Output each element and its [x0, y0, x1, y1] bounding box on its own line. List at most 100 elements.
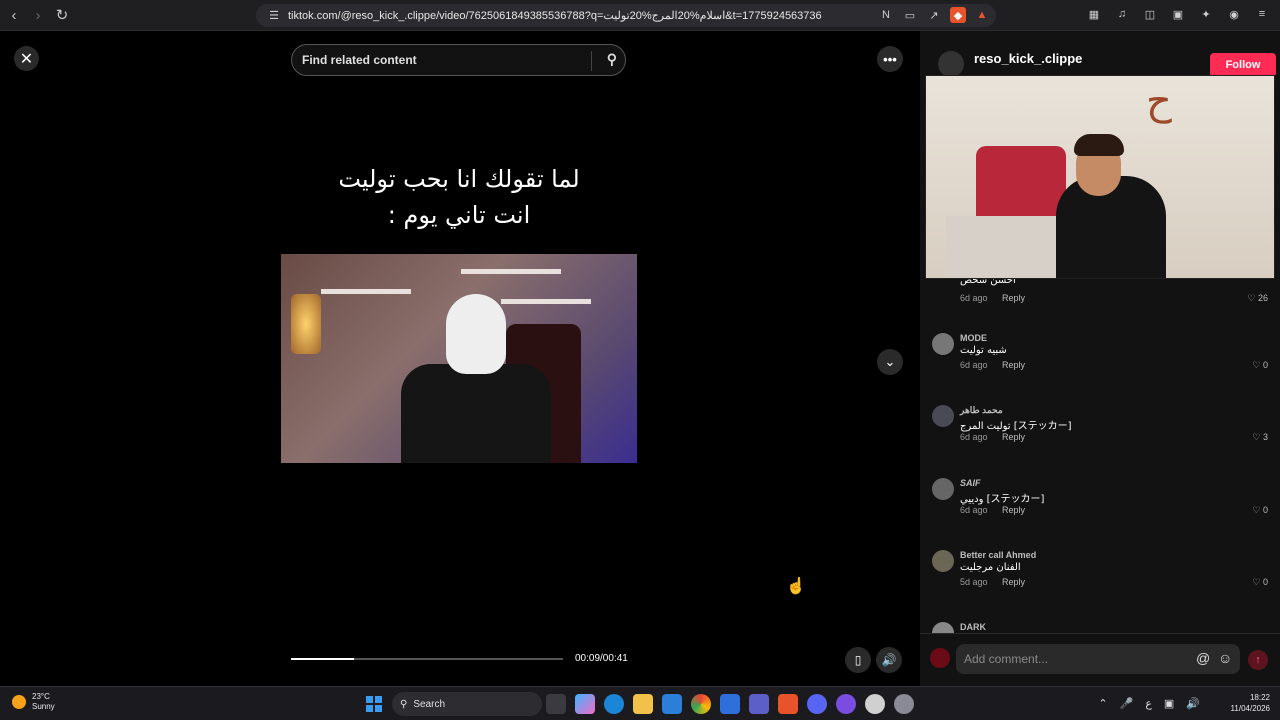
brave-shield-icon[interactable]: ◆: [950, 7, 966, 23]
vpn-icon[interactable]: ◉: [1226, 6, 1242, 22]
copilot-icon[interactable]: [575, 694, 595, 714]
comment-placeholder: Add comment...: [964, 652, 1049, 666]
search-placeholder: Find related content: [302, 53, 417, 67]
back-icon[interactable]: ‹: [4, 5, 24, 25]
chrome-icon[interactable]: [691, 694, 711, 714]
related-search-input[interactable]: Find related content ⚲: [291, 44, 626, 76]
menu-icon[interactable]: ≡: [1254, 6, 1270, 22]
leo-ai-icon[interactable]: ✦: [1198, 6, 1214, 22]
time-display: 00:09/00:41: [575, 653, 628, 664]
reply-button[interactable]: Reply: [1002, 293, 1025, 303]
video-player[interactable]: Find related content ⚲ لما تقولك انا بحب…: [281, 31, 637, 686]
settings-icon[interactable]: [894, 694, 914, 714]
store-icon[interactable]: [662, 694, 682, 714]
commenter-name[interactable]: SAIF: [960, 478, 981, 488]
forward-icon[interactable]: ›: [28, 5, 48, 25]
search-icon: ⚲: [400, 698, 408, 710]
reply-button[interactable]: Reply: [1002, 432, 1025, 442]
wallet-icon[interactable]: ▣: [1170, 6, 1186, 22]
comment-age: 6d ago: [960, 360, 988, 370]
progress-bar[interactable]: [291, 658, 563, 660]
comment-meta: 5d ago Reply: [960, 577, 1025, 587]
comment-input[interactable]: Add comment... @ ☺: [956, 644, 1240, 674]
shelf-shape: [461, 269, 561, 274]
sun-icon: [12, 695, 26, 709]
sidebar-panel-icon[interactable]: ▦: [1086, 6, 1102, 22]
author-avatar[interactable]: [938, 51, 964, 77]
shelf-shape: [321, 289, 411, 294]
commenter-avatar[interactable]: [932, 405, 954, 427]
url-text: tiktok.com/@reso_kick_.clippe/video/7625…: [288, 10, 822, 22]
comment-composer: Add comment... @ ☺ ↑: [920, 633, 1280, 686]
share-icon[interactable]: ↗: [926, 7, 942, 23]
site-settings-icon[interactable]: ☰: [266, 8, 282, 24]
language-icon[interactable]: ع: [1145, 697, 1152, 710]
reader-off-icon[interactable]: N: [878, 7, 894, 23]
search-icon[interactable]: ⚲: [607, 51, 617, 68]
like-number: 0: [1262, 360, 1268, 370]
hand-cursor-icon: ☝: [786, 578, 806, 595]
file-explorer-icon[interactable]: [633, 694, 653, 714]
taskbar-search[interactable]: ⚲ Search: [392, 692, 542, 716]
edge-icon[interactable]: [604, 694, 624, 714]
commenter-avatar[interactable]: [932, 550, 954, 572]
send-icon[interactable]: ↑: [1248, 650, 1268, 670]
reply-button[interactable]: Reply: [1002, 360, 1025, 370]
like-count[interactable]: ♡ 0: [1252, 505, 1268, 516]
split-view-icon[interactable]: ◫: [1142, 6, 1158, 22]
comment-meta: 6d ago Reply: [960, 293, 1025, 303]
chevron-down-icon[interactable]: ⌄: [877, 349, 903, 375]
commenter-avatar[interactable]: [932, 333, 954, 355]
address-bar[interactable]: ☰ tiktok.com/@reso_kick_.clippe/video/76…: [256, 4, 996, 27]
floating-player-icon[interactable]: ▯: [845, 647, 871, 673]
more-options-icon[interactable]: •••: [877, 46, 903, 72]
like-count[interactable]: ♡ 0: [1252, 577, 1268, 588]
mention-icon[interactable]: @: [1196, 650, 1210, 666]
weather-widget[interactable]: 23°C Sunny: [12, 692, 55, 712]
start-icon[interactable]: [366, 696, 382, 712]
media-icon[interactable]: ♫: [1114, 6, 1130, 22]
commenter-avatar[interactable]: [932, 478, 954, 500]
commenter-name[interactable]: MODE: [960, 333, 987, 343]
network-icon[interactable]: ▣: [1164, 697, 1174, 710]
person-head: [446, 294, 506, 374]
microphone-icon[interactable]: 🎤: [1120, 697, 1134, 710]
task-view-icon[interactable]: [546, 694, 566, 714]
app-circle-icon[interactable]: [836, 694, 856, 714]
mail-icon[interactable]: [720, 694, 740, 714]
commenter-name[interactable]: محمد طاهر: [960, 405, 1003, 416]
comment-age: 6d ago: [960, 432, 988, 442]
clock[interactable]: 18:22 11/04/2026: [1231, 692, 1270, 714]
close-icon[interactable]: ✕: [14, 46, 39, 71]
brave-rewards-icon[interactable]: ▲: [974, 7, 990, 23]
comment-meta: 6d ago Reply: [960, 360, 1025, 370]
reload-icon[interactable]: ↻: [52, 5, 72, 25]
discord-icon[interactable]: [807, 694, 827, 714]
comment-age: 6d ago: [960, 293, 988, 303]
reply-button[interactable]: Reply: [1002, 505, 1025, 515]
comment-text: توليت المرج [ステッカー]: [960, 421, 1072, 432]
brave-icon[interactable]: [778, 694, 798, 714]
cast-icon[interactable]: ▭: [902, 7, 918, 23]
video-frame: [281, 254, 637, 463]
like-count[interactable]: ♡ 3: [1252, 432, 1268, 443]
app-clock-icon[interactable]: [865, 694, 885, 714]
clock-date: 11/04/2026: [1230, 704, 1270, 713]
webcam-overlay: ح: [925, 75, 1275, 279]
follow-button[interactable]: Follow: [1210, 53, 1276, 77]
emoji-icon[interactable]: ☺: [1218, 650, 1232, 666]
comment-text: الفنان مرجليت: [960, 562, 1021, 573]
shelf-shape: [501, 299, 591, 304]
commenter-name[interactable]: DARK: [960, 622, 986, 632]
chevron-up-icon[interactable]: ⌃: [1098, 697, 1107, 710]
like-count[interactable]: ♡ 0: [1252, 360, 1268, 371]
commenter-name[interactable]: Better call Ahmed: [960, 550, 1036, 560]
volume-icon[interactable]: 🔊: [876, 647, 902, 673]
like-count[interactable]: ♡ 26: [1247, 293, 1268, 304]
teams-icon[interactable]: [749, 694, 769, 714]
author-name[interactable]: reso_kick_.clippe: [974, 51, 1082, 66]
my-avatar: [930, 648, 950, 668]
windows-taskbar: 23°C Sunny ⚲ Search ⌃ 🎤 ع ▣ 🔊 18:22 11/0…: [0, 686, 1280, 720]
reply-button[interactable]: Reply: [1002, 577, 1025, 587]
speaker-icon[interactable]: 🔊: [1186, 697, 1200, 710]
